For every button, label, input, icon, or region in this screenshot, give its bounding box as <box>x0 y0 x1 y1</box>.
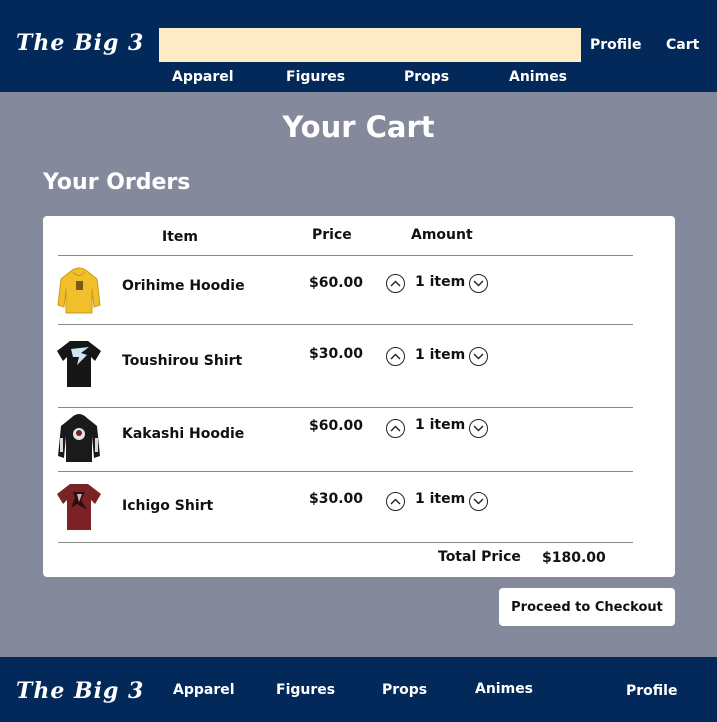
item-quantity: 1 item <box>415 417 466 433</box>
profile-link[interactable]: Profile <box>590 37 641 53</box>
item-name[interactable]: Toushirou Shirt <box>122 353 242 369</box>
site-logo[interactable]: The Big 3 <box>16 30 144 56</box>
chevron-down-icon <box>473 498 484 505</box>
total-price-value: $180.00 <box>542 550 606 566</box>
orders-table: Item Price Amount Orihime Hoodie $60.00 … <box>43 216 675 577</box>
proceed-to-checkout-button[interactable]: Proceed to Checkout <box>499 588 675 626</box>
table-row: Kakashi Hoodie $60.00 1 item <box>43 408 675 471</box>
nav-apparel[interactable]: Apparel <box>172 69 234 85</box>
column-header-amount: Amount <box>411 227 473 243</box>
orders-title: Your Orders <box>43 170 191 195</box>
black-shirt-icon <box>57 339 101 391</box>
item-quantity: 1 item <box>415 274 466 290</box>
footer-nav-apparel[interactable]: Apparel <box>173 682 235 698</box>
cart-link[interactable]: Cart <box>666 37 699 53</box>
footer-profile-link[interactable]: Profile <box>626 683 677 699</box>
nav-figures[interactable]: Figures <box>286 69 345 85</box>
item-quantity: 1 item <box>415 347 466 363</box>
yellow-hoodie-icon <box>57 265 101 317</box>
footer-logo[interactable]: The Big 3 <box>16 678 144 704</box>
decrease-quantity-button[interactable] <box>469 419 488 438</box>
item-name[interactable]: Orihime Hoodie <box>122 278 245 294</box>
increase-quantity-button[interactable] <box>386 492 405 511</box>
total-price-label: Total Price <box>438 549 521 565</box>
nav-props[interactable]: Props <box>404 69 449 85</box>
table-row: Orihime Hoodie $60.00 1 item <box>43 256 675 324</box>
chevron-up-icon <box>390 353 401 360</box>
decrease-quantity-button[interactable] <box>469 347 488 366</box>
chevron-down-icon <box>473 280 484 287</box>
table-row: Toushirou Shirt $30.00 1 item <box>43 325 675 407</box>
increase-quantity-button[interactable] <box>386 347 405 366</box>
item-name[interactable]: Kakashi Hoodie <box>122 426 244 442</box>
page-title: Your Cart <box>282 110 435 144</box>
item-quantity: 1 item <box>415 491 466 507</box>
nav-animes[interactable]: Animes <box>509 69 567 85</box>
decrease-quantity-button[interactable] <box>469 492 488 511</box>
chevron-up-icon <box>390 498 401 505</box>
chevron-up-icon <box>390 425 401 432</box>
divider <box>58 542 633 543</box>
item-name[interactable]: Ichigo Shirt <box>122 498 213 514</box>
chevron-up-icon <box>390 280 401 287</box>
black-hoodie-icon <box>57 412 101 464</box>
chevron-down-icon <box>473 353 484 360</box>
footer: The Big 3 Apparel Figures Props Animes P… <box>0 657 717 722</box>
column-header-price: Price <box>312 227 352 243</box>
column-header-item: Item <box>162 229 198 245</box>
search-input[interactable] <box>159 28 581 62</box>
item-price: $30.00 <box>309 491 364 507</box>
footer-nav-props[interactable]: Props <box>382 682 427 698</box>
decrease-quantity-button[interactable] <box>469 274 488 293</box>
table-row: Ichigo Shirt $30.00 1 item <box>43 472 675 542</box>
footer-nav-figures[interactable]: Figures <box>276 682 335 698</box>
item-price: $30.00 <box>309 346 364 362</box>
chevron-down-icon <box>473 425 484 432</box>
maroon-shirt-icon <box>57 482 101 534</box>
top-navbar: The Big 3 Profile Cart Apparel Figures P… <box>0 0 717 92</box>
increase-quantity-button[interactable] <box>386 274 405 293</box>
item-price: $60.00 <box>309 418 364 434</box>
item-price: $60.00 <box>309 275 364 291</box>
footer-nav-animes[interactable]: Animes <box>475 681 533 697</box>
increase-quantity-button[interactable] <box>386 419 405 438</box>
